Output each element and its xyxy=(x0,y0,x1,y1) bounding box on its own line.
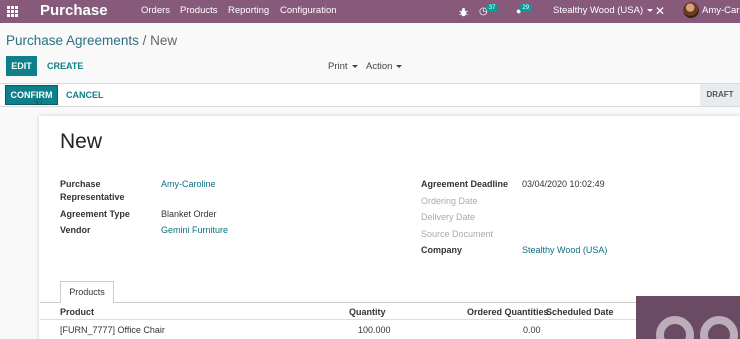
overlay-graphic xyxy=(700,316,738,339)
vendor-label: Vendor xyxy=(60,225,91,235)
video-overlay xyxy=(636,296,740,339)
breadcrumb: Purchase Agreements / New xyxy=(6,33,177,48)
table-row-ordered[interactable]: 0.00 xyxy=(523,325,541,335)
breadcrumb-purchase-agreements[interactable]: Purchase Agreements xyxy=(6,33,139,48)
user-menu[interactable]: Amy-Caro xyxy=(702,0,740,23)
action-dropdown[interactable]: Action xyxy=(366,61,403,72)
chevron-down-icon xyxy=(351,64,358,68)
print-dropdown[interactable]: Print xyxy=(328,61,358,72)
ordering-date-label: Ordering Date xyxy=(421,196,478,206)
source-document-label: Source Document xyxy=(421,229,494,239)
messages-button[interactable]: ●29 xyxy=(516,0,533,23)
app-title: Purchase xyxy=(40,2,108,19)
apps-menu-icon[interactable] xyxy=(7,0,19,23)
create-button[interactable]: CREATE xyxy=(47,61,83,71)
top-navbar: Purchase Orders Products Reporting Confi… xyxy=(0,0,740,23)
agreement-deadline-label: Agreement Deadline xyxy=(421,179,509,189)
breadcrumb-current: New xyxy=(150,33,178,48)
purchase-representative-value[interactable]: Amy-Caroline xyxy=(161,179,216,189)
column-product[interactable]: Product xyxy=(60,307,94,317)
activity-count-badge: 37 xyxy=(485,4,499,12)
divider xyxy=(0,106,740,107)
table-row-quantity[interactable]: 100.000 xyxy=(358,325,391,335)
menu-configuration[interactable]: Configuration xyxy=(280,0,337,23)
confirm-button[interactable]: CONFIRM xyxy=(5,85,58,105)
agreement-deadline-value[interactable]: 03/04/2020 10:02:49 xyxy=(522,179,605,189)
menu-products[interactable]: Products xyxy=(180,0,218,23)
stage-draft-badge: DRAFT xyxy=(700,84,740,106)
company-switcher[interactable]: Stealthy Wood (USA) xyxy=(553,0,654,23)
menu-orders[interactable]: Orders xyxy=(141,0,170,23)
cancel-button[interactable]: CANCEL xyxy=(66,90,104,100)
record-title: New xyxy=(60,130,103,153)
company-value[interactable]: Stealthy Wood (USA) xyxy=(522,245,607,255)
column-ordered-quantities[interactable]: Ordered Quantities xyxy=(467,307,549,317)
overlay-graphic xyxy=(656,316,694,339)
print-label: Print xyxy=(328,61,348,72)
company-label: Company xyxy=(421,245,463,255)
close-tools-icon[interactable]: ✕ xyxy=(655,0,665,23)
status-bar xyxy=(0,84,740,106)
action-label: Action xyxy=(366,61,393,72)
mouse-pointer-icon: ☜ xyxy=(33,97,43,109)
user-avatar[interactable] xyxy=(683,2,699,18)
chevron-down-icon xyxy=(396,64,403,68)
purchase-representative-label-2: Representative xyxy=(60,192,125,202)
vendor-value[interactable]: Gemini Furniture xyxy=(161,225,228,235)
agreement-type-value[interactable]: Blanket Order xyxy=(161,209,217,219)
activity-button[interactable]: ◷37 xyxy=(479,0,499,23)
column-scheduled-date[interactable]: Scheduled Date xyxy=(546,307,614,317)
chevron-down-icon xyxy=(647,8,654,12)
debug-bug-icon[interactable] xyxy=(459,0,468,23)
column-quantity[interactable]: Quantity xyxy=(349,307,386,317)
table-header-divider xyxy=(40,319,740,320)
tab-divider xyxy=(40,302,740,303)
edit-button[interactable]: EDIT xyxy=(6,56,37,76)
table-row-product[interactable]: [FURN_7777] Office Chair xyxy=(60,325,165,335)
tab-products[interactable]: Products xyxy=(60,281,114,303)
breadcrumb-separator: / xyxy=(142,33,147,48)
messages-count-badge: 29 xyxy=(519,4,533,12)
delivery-date-label: Delivery Date xyxy=(421,212,476,222)
agreement-type-label: Agreement Type xyxy=(60,209,130,219)
menu-reporting[interactable]: Reporting xyxy=(228,0,269,23)
form-sheet xyxy=(39,116,740,339)
purchase-representative-label: Purchase xyxy=(60,179,101,189)
company-name: Stealthy Wood (USA) xyxy=(553,5,644,16)
